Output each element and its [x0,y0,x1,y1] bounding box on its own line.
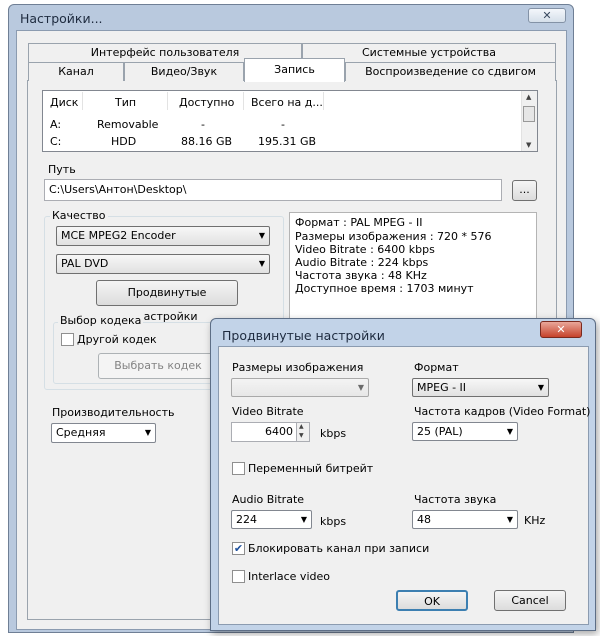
interlace-video-label: Interlace video [248,570,330,583]
column-separator [167,92,168,110]
lock-channel-label: Блокировать канал при записи [248,542,430,555]
column-separator [243,92,244,110]
other-codec-label: Другой кодек [77,333,157,346]
column-header-type[interactable]: Тип [115,96,136,109]
info-line: Размеры изображения : 720 * 576 [295,230,492,243]
format-label: Формат [414,361,459,374]
audio-bitrate-unit: kbps [320,515,347,528]
table-cell[interactable]: HDD [111,135,136,148]
table-cell[interactable]: 195.31 GB [258,135,316,148]
info-line: Частота звука : 48 KHz [295,269,427,282]
column-header-total[interactable]: Всего на д... [251,96,323,109]
close-icon: ✕ [542,9,552,22]
path-input[interactable]: C:\Users\Антон\Desktop\ [44,179,502,201]
checkmark-icon: ✔ [233,542,244,555]
table-cell[interactable]: A: [50,118,61,131]
window-title: Настройки... [20,11,103,26]
chevron-down-icon: ▼ [258,259,265,268]
codec-group-title: Выбор кодека [58,314,144,327]
table-cell[interactable]: C: [50,135,61,148]
tab-timeshift-playback[interactable]: Воспроизведение со сдвигом [345,62,556,81]
table-cell[interactable]: Removable [97,118,158,131]
advanced-settings-button[interactable]: Продвинутые настройки [96,280,238,323]
format-select[interactable]: MPEG - II ▼ [412,378,549,397]
info-line: Формат : PAL MPEG - II [295,216,423,229]
chevron-down-icon: ▼ [357,383,364,392]
video-bitrate-label: Video Bitrate [232,405,304,418]
path-label: Путь [48,163,76,176]
dialog-title: Продвинутые настройки [222,328,385,343]
scroll-down-icon[interactable]: ▼ [526,141,531,149]
table-cell[interactable]: - [281,118,285,131]
tab-channel[interactable]: Канал [28,62,124,81]
choose-codec-button[interactable]: Выбрать кодек [98,353,218,379]
video-bitrate-input[interactable]: 6400 [231,422,297,442]
info-line: Доступное время : 1703 минут [295,282,474,295]
cancel-button[interactable]: Cancel [494,590,566,611]
preset-select[interactable]: PAL DVD ▼ [56,254,270,274]
close-icon: ✕ [556,323,566,336]
image-size-label: Размеры изображения [232,361,364,374]
stepper-up-icon[interactable]: ▲ [299,423,304,430]
image-size-select[interactable]: ▼ [231,378,369,397]
performance-select[interactable]: Средняя ▼ [51,423,156,443]
dialog-close-button[interactable]: ✕ [540,321,582,338]
interlace-video-checkbox[interactable] [232,570,245,583]
scroll-up-icon[interactable]: ▲ [526,93,531,101]
chevron-down-icon: ▼ [300,515,307,524]
audio-bitrate-label: Audio Bitrate [232,493,305,506]
chevron-down-icon: ▼ [144,428,151,437]
variable-bitrate-checkbox[interactable] [232,462,245,475]
frame-rate-label: Частота кадров (Video Format) [414,405,591,418]
video-bitrate-unit: kbps [320,427,347,440]
column-separator [323,92,324,110]
tab-video-audio[interactable]: Видео/Звук [124,62,244,81]
lock-channel-checkbox[interactable]: ✔ [232,542,245,555]
table-cell[interactable]: 88.16 GB [181,135,232,148]
audio-bitrate-select[interactable]: 224 ▼ [231,510,312,529]
stepper-down-icon[interactable]: ▼ [299,432,304,439]
chevron-down-icon: ▼ [537,383,544,392]
sample-rate-select[interactable]: 48 ▼ [412,510,518,529]
sample-rate-unit: KHz [524,514,546,527]
ok-button[interactable]: OK [396,590,468,611]
chevron-down-icon: ▼ [258,231,265,240]
encoder-select[interactable]: MCE MPEG2 Encoder ▼ [56,226,270,246]
other-codec-checkbox[interactable] [61,333,74,346]
quality-group-title: Качество [50,209,108,222]
column-header-available[interactable]: Доступно [179,96,234,109]
info-line: Audio Bitrate : 224 kbps [295,256,429,269]
window-close-button[interactable]: ✕ [528,8,566,23]
chevron-down-icon: ▼ [506,515,513,524]
column-separator [82,92,83,110]
chevron-down-icon: ▼ [506,427,513,436]
variable-bitrate-label: Переменный битрейт [248,462,374,475]
info-line: Video Bitrate : 6400 kbps [295,243,435,256]
tab-recording[interactable]: Запись [244,58,345,82]
performance-label: Производительность [52,406,175,419]
table-cell[interactable]: - [201,118,205,131]
scrollbar-thumb[interactable] [523,106,535,122]
sample-rate-label: Частота звука [414,493,497,506]
browse-button[interactable]: ... [512,180,537,201]
column-header-disk[interactable]: Диск [50,96,78,109]
frame-rate-select[interactable]: 25 (PAL) ▼ [412,422,518,441]
